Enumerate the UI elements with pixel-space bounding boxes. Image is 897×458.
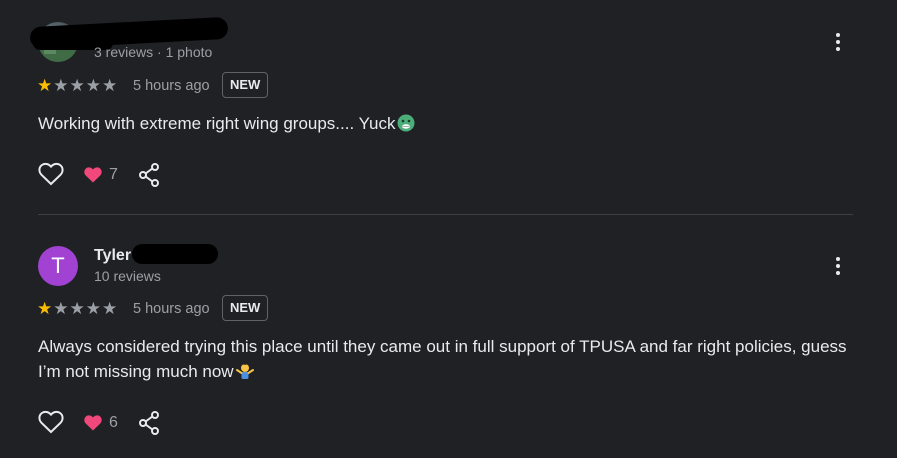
avatar[interactable]: T bbox=[38, 246, 78, 286]
heart-filled-icon bbox=[84, 415, 102, 431]
more-options-button[interactable] bbox=[826, 254, 850, 278]
review-divider bbox=[38, 214, 853, 215]
likes-count-button[interactable] bbox=[83, 414, 103, 437]
star-empty-icon: ★ bbox=[53, 76, 69, 95]
star-rating: ★ ★ ★ ★ ★ bbox=[37, 77, 117, 94]
review-text-content: Always considered trying this place unti… bbox=[38, 337, 847, 381]
star-empty-icon: ★ bbox=[69, 76, 85, 95]
star-filled-icon: ★ bbox=[37, 299, 53, 318]
review-time: 5 hours ago bbox=[133, 301, 210, 317]
more-dot bbox=[836, 264, 840, 268]
share-icon bbox=[139, 163, 159, 187]
review-author-meta[interactable]: 10 reviews bbox=[94, 268, 161, 284]
heart-outline-icon bbox=[38, 410, 64, 434]
review-text: Working with extreme right wing groups..… bbox=[38, 111, 858, 136]
like-button[interactable] bbox=[38, 410, 64, 439]
star-empty-icon: ★ bbox=[85, 76, 101, 95]
review-text-content: Working with extreme right wing groups..… bbox=[38, 114, 396, 133]
review-author-meta[interactable]: 3 reviews · 1 photo bbox=[94, 44, 212, 60]
heart-filled-icon bbox=[84, 167, 102, 183]
more-dot bbox=[836, 40, 840, 44]
new-badge: NEW bbox=[222, 72, 269, 98]
more-options-button[interactable] bbox=[826, 30, 850, 54]
more-dot bbox=[836, 33, 840, 37]
star-empty-icon: ★ bbox=[102, 76, 118, 95]
share-button[interactable] bbox=[138, 411, 160, 440]
review-time: 5 hours ago bbox=[133, 78, 210, 94]
likes-count-button[interactable] bbox=[83, 166, 103, 189]
heart-outline-icon bbox=[38, 162, 64, 186]
person-shrugging-emoji-icon bbox=[235, 364, 254, 379]
more-dot bbox=[836, 271, 840, 275]
like-button[interactable] bbox=[38, 162, 64, 191]
like-count: 6 bbox=[109, 414, 118, 431]
more-dot bbox=[836, 47, 840, 51]
star-rating: ★ ★ ★ ★ ★ bbox=[37, 300, 117, 317]
star-filled-icon: ★ bbox=[37, 76, 53, 95]
new-badge: NEW bbox=[222, 295, 269, 321]
star-empty-icon: ★ bbox=[102, 299, 118, 318]
like-count: 7 bbox=[109, 166, 118, 183]
redacted-author-surname bbox=[132, 244, 218, 264]
share-icon bbox=[139, 411, 159, 435]
more-dot bbox=[836, 257, 840, 261]
nauseated-face-emoji-icon bbox=[397, 114, 415, 132]
share-button[interactable] bbox=[138, 163, 160, 192]
review-text: Always considered trying this place unti… bbox=[38, 334, 858, 384]
review-author[interactable]: Tyler bbox=[94, 247, 131, 265]
star-empty-icon: ★ bbox=[53, 299, 69, 318]
star-empty-icon: ★ bbox=[69, 299, 85, 318]
star-empty-icon: ★ bbox=[85, 299, 101, 318]
